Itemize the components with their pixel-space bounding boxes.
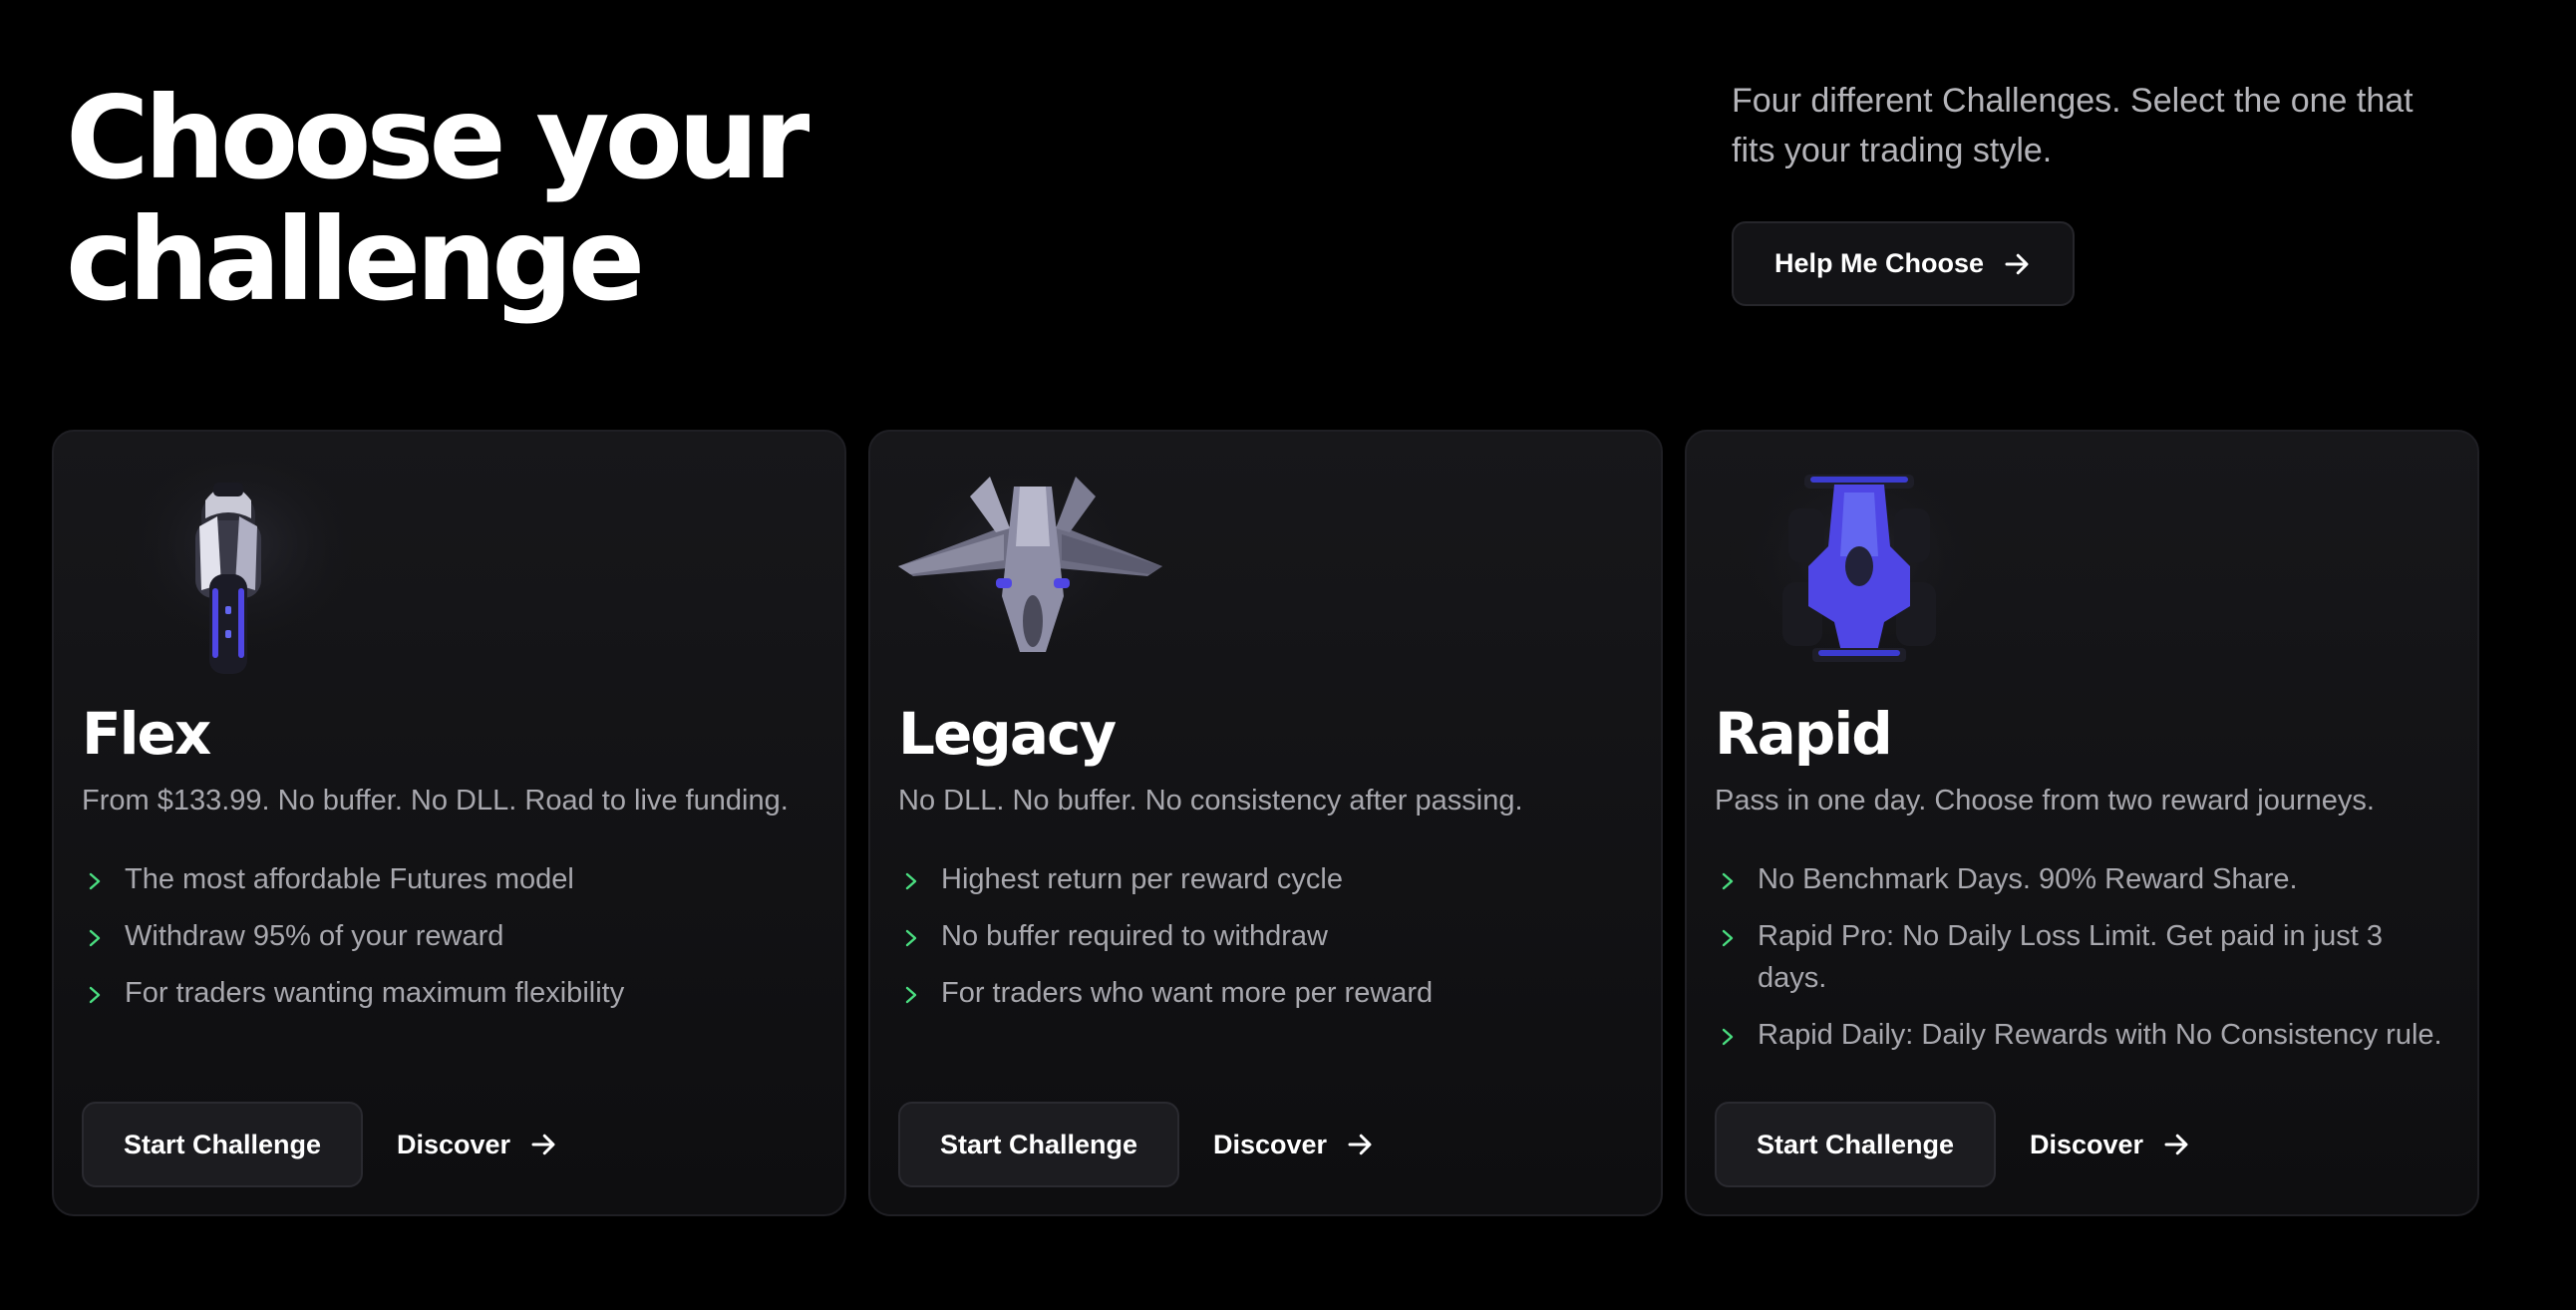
help-me-choose-label: Help Me Choose [1773,248,1985,278]
page-title-line-2: challenge [66,193,645,326]
feature-item: Highest return per reward cycle [898,858,1641,900]
chevron-right-icon [1722,1028,1734,1046]
feature-list: No Benchmark Days. 90% Reward Share. Rap… [1715,858,2457,1071]
fighter-jet-icon [898,462,1167,671]
feature-list: Highest return per reward cycle No buffe… [898,858,1641,1029]
card-subtitle: No DLL. No buffer. No consistency after … [898,785,1523,817]
feature-item: No buffer required to withdraw [898,915,1641,957]
start-challenge-button[interactable]: Start Challenge [898,1102,1179,1187]
discover-link[interactable]: Discover [397,1130,558,1160]
feature-text: No Benchmark Days. 90% Reward Share. [1758,863,2298,895]
discover-label: Discover [2030,1129,2144,1159]
feature-text: Withdraw 95% of your reward [125,920,504,952]
chevron-right-icon [905,986,917,1004]
arrow-right-icon [1348,1134,1372,1155]
feature-item: Withdraw 95% of your reward [82,915,824,957]
page-title-line-1: Choose your [66,72,809,204]
card-actions: Start Challenge Discover [1715,1102,2191,1187]
card-subtitle: From $133.99. No buffer. No DLL. Road to… [82,785,789,817]
help-me-choose-button[interactable]: Help Me Choose [1732,221,2075,306]
chevron-right-icon [89,872,101,890]
feature-item: Rapid Pro: No Daily Loss Limit. Get paid… [1715,915,2457,999]
challenge-card-rapid: Rapid Pass in one day. Choose from two r… [1685,430,2479,1216]
discover-link[interactable]: Discover [2030,1130,2191,1160]
chevron-right-icon [1722,872,1734,890]
challenge-card-legacy: Legacy No DLL. No buffer. No consistency… [868,430,1663,1216]
feature-text: Rapid Daily: Daily Rewards with No Consi… [1758,1019,2442,1051]
arrow-right-icon [2164,1134,2188,1155]
feature-text: For traders wanting maximum flexibility [125,977,625,1009]
card-title: Flex [82,700,211,768]
card-title: Rapid [1715,700,1893,768]
feature-item: For traders who want more per reward [898,972,1641,1014]
arrow-right-icon [2005,253,2029,274]
challenge-card-flex: Flex From $133.99. No buffer. No DLL. Ro… [52,430,846,1216]
feature-item: Rapid Daily: Daily Rewards with No Consi… [1715,1014,2457,1056]
card-title: Legacy [898,700,1117,768]
discover-label: Discover [397,1129,511,1159]
motorcycle-icon [112,457,351,674]
chevron-right-icon [1722,929,1734,947]
feature-text: The most affordable Futures model [125,863,574,895]
chevron-right-icon [89,986,101,1004]
chevron-right-icon [905,872,917,890]
race-car-icon [1725,457,1984,676]
page-title: Choose your challenge [66,78,963,321]
feature-list: The most affordable Futures model Withdr… [82,858,824,1029]
card-subtitle: Pass in one day. Choose from two reward … [1715,785,2375,817]
discover-link[interactable]: Discover [1213,1130,1375,1160]
start-challenge-button[interactable]: Start Challenge [1715,1102,1996,1187]
feature-text: Rapid Pro: No Daily Loss Limit. Get paid… [1758,920,2383,994]
chevron-right-icon [905,929,917,947]
feature-item: The most affordable Futures model [82,858,824,900]
feature-item: For traders wanting maximum flexibility [82,972,824,1014]
intro-text: Four different Challenges. Select the on… [1732,82,2414,169]
feature-item: No Benchmark Days. 90% Reward Share. [1715,858,2457,900]
feature-text: Highest return per reward cycle [941,863,1343,895]
discover-label: Discover [1213,1129,1328,1159]
start-challenge-button[interactable]: Start Challenge [82,1102,363,1187]
arrow-right-icon [531,1134,555,1155]
card-actions: Start Challenge Discover [898,1102,1375,1187]
feature-text: No buffer required to withdraw [941,920,1328,952]
feature-text: For traders who want more per reward [941,977,1434,1009]
chevron-right-icon [89,929,101,947]
card-actions: Start Challenge Discover [82,1102,558,1187]
